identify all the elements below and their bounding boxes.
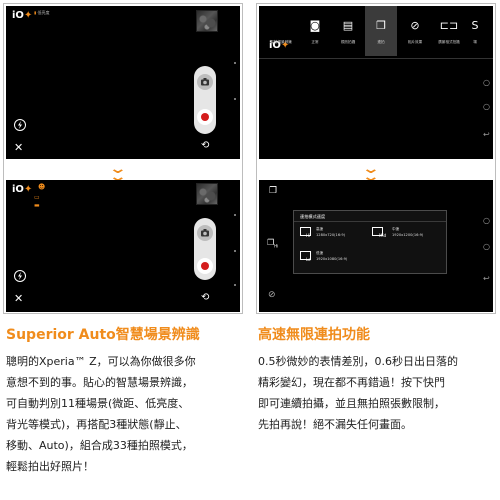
body-line: 0.5秒微妙的表情差別，0.6秒日出日落的 [258,355,458,368]
menu-item-more[interactable]: S 場 [463,6,487,56]
burst-option-size: Hi [306,233,311,238]
circle-icon[interactable]: ○ [483,242,490,251]
rail-dot [234,214,236,216]
section-body-burst: 0.5秒微妙的表情差別，0.6秒日出日落的 精彩變幻，現在都不再錯過！按下快門 … [258,351,498,435]
scene-status: ▮ 低亮度 [34,10,49,16]
dialog-title: 連拍模式速度 [300,214,326,219]
menu-item-burst[interactable]: ❐ 連拍 [365,6,397,56]
menu-item-video[interactable]: ▤ 視訊拍攝 [332,6,364,56]
chevron-down-icon: ⌄ ⌄ [361,161,381,185]
video-record-button[interactable] [197,258,213,274]
flash-icon[interactable] [13,117,27,136]
circle-icon[interactable]: ○ [483,102,490,111]
burst-option-res: 1920x1080(16:9) [316,257,348,261]
burst-option-hi[interactable]: Hi 高速 1280x720(16:9) [300,225,370,243]
burst-icon: ❐ [376,19,386,32]
menu-item-label: 場 [473,40,477,44]
flash-icon[interactable] [13,268,27,287]
flash-off-icon[interactable]: ⊘ [268,290,276,300]
camera-screen-scene: iO✦ ☻ ▭ ▬ ⟲ ✕ [6,180,240,312]
burst-option-name: 高速 [316,227,324,231]
section-heading-superior-auto: Superior Auto智慧場景辨識 [6,327,200,343]
circle-icon[interactable]: ○ [483,216,490,225]
body-line: 先拍再說！絕不漏失任何畫面。 [258,418,412,431]
dialog-divider [294,221,446,222]
burst-option-size: Mid [379,233,387,238]
body-line: 聰明的Xperia™ Z，可以為你做很多你 [6,355,196,368]
back-icon[interactable]: ↩ [483,274,490,283]
panorama-icon: ⊏⊐ [439,19,459,32]
rail-dot [234,284,236,286]
settings-tools-icon[interactable]: ✕ [14,141,23,154]
camera-shutter-button[interactable] [197,225,213,241]
camera-app-logo[interactable]: iO✦ [12,184,32,195]
camera-icon [201,229,209,237]
front-camera-switch-icon[interactable]: ⟲ [201,140,209,151]
menu-item-scene[interactable]: 智慧場景辨識 [265,6,297,56]
last-photo-thumbnail[interactable] [196,183,218,205]
burst-option-res: 1920x1200(16:9) [392,233,424,237]
body-line: 意想不到的事。貼心的智慧場景辨識， [6,376,193,389]
burst-settings-screen: ❐ ❐Hi ⊘ 連拍模式速度 Hi 高速 1280x720(16:9) Mid … [259,180,493,312]
body-line: 背光等模式)，再搭配3種狀態(靜止、 [6,418,187,431]
video-record-button[interactable] [197,109,213,125]
burst-option-lo[interactable]: Lo 低速 1920x1080(16:9) [300,249,370,267]
rail-dot [234,98,236,100]
back-icon[interactable]: ↩ [483,130,490,139]
menu-item-effect[interactable]: ⊘ 相片效果 [399,6,431,56]
camera-mode-menu-screen: iO✦ 智慧場景辨識 ◙ 正常 ▤ 視訊拍攝 ❐ 連拍 ⊘ 相片效果 ⊏⊐ 廣景… [259,6,493,159]
circle-icon[interactable]: ○ [483,78,490,87]
burst-option-name: 低速 [316,251,324,255]
section-heading-burst: 高速無限連拍功能 [258,327,370,343]
burst-hi-indicator-icon[interactable]: ❐Hi [267,238,278,249]
body-line: 可自動判別11種場景(微距、低亮度、 [6,397,190,410]
scene-detect-icon: ☻ [38,183,46,191]
chevron-down-icon: ⌄ ⌄ [108,161,128,185]
menu-divider [259,58,493,59]
menu-item-normal[interactable]: ◙ 正常 [299,6,331,56]
camera-icon: ◙ [309,19,321,32]
camera-logo-text: iO [12,184,24,195]
burst-mode-icon[interactable]: ❐ [269,186,277,196]
rail-dot [234,62,236,64]
body-line: 移動、Auto)，組合成33種拍照模式， [6,439,193,452]
scene-status-icon: ▮ [34,10,37,15]
effect-icon: ⊘ [410,19,420,32]
camera-app-logo[interactable]: iO✦ [12,10,32,21]
camera-logo-text: iO [12,10,24,21]
left-phone-panel: iO✦ ▮ 低亮度 ⟲ ✕ ⌄ ⌄ iO✦ ☻ ▭ ▬ ⟲ ✕ [3,3,243,314]
burst-speed-dialog: 連拍模式速度 Hi 高速 1280x720(16:9) Mid 中速 1920x… [293,210,447,274]
body-line: 輕鬆拍出好照片！ [6,460,94,473]
menu-item-panorama[interactable]: ⊏⊐ 廣景相式拍攝 [433,6,465,56]
last-photo-thumbnail[interactable] [196,10,218,32]
s-icon: S [471,19,479,32]
section-body-superior-auto: 聰明的Xperia™ Z，可以為你做很多你 意想不到的事。貼心的智慧場景辨識， … [6,351,246,477]
burst-option-mid[interactable]: Mid 中速 1920x1200(16:9) [372,225,444,243]
camera-icon [201,78,209,86]
scene-mode-icon: ▭ [34,194,40,201]
camera-shutter-button[interactable] [197,74,213,90]
front-camera-switch-icon[interactable]: ⟲ [201,292,209,303]
settings-tools-icon[interactable]: ✕ [14,292,23,305]
burst-option-res: 1280x720(16:9) [316,233,346,237]
scene-mode-icon: ▬ [34,202,40,209]
burst-option-name: 中速 [392,227,400,231]
film-icon: ▤ [342,19,354,32]
burst-option-size: Lo [306,257,311,262]
rail-dot [234,250,236,252]
camera-screen-auto: iO✦ ▮ 低亮度 ⟲ ✕ [6,6,240,159]
body-line: 即可連續拍攝，並且無拍照張數限制， [258,397,445,410]
body-line: 精彩變幻，現在都不再錯過！按下快門 [258,376,445,389]
scene-status-text: 低亮度 [37,10,50,15]
right-phone-panel: iO✦ 智慧場景辨識 ◙ 正常 ▤ 視訊拍攝 ❐ 連拍 ⊘ 相片效果 ⊏⊐ 廣景… [256,3,496,314]
